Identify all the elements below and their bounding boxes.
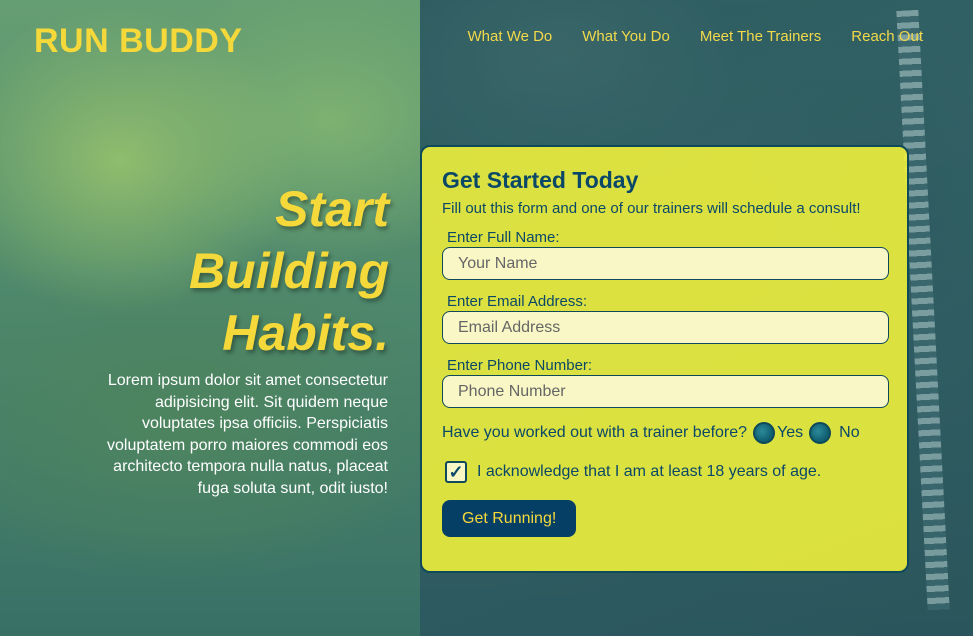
phone-label: Enter Phone Number: [447,357,593,374]
hero-title-line: Start [275,181,389,237]
email-input[interactable] [442,311,889,344]
form-title: Get Started Today [442,167,639,193]
hero-title-line: Habits. [222,305,389,361]
hero-title-line: Building [189,243,389,299]
submit-button[interactable]: Get Running! [442,500,577,537]
trainer-yes-label: Yes [777,424,804,441]
trainer-question-label: Have you worked out with a trainer befor… [442,424,748,441]
acknowledge-label: I acknowledge that I am at least 18 year… [477,463,822,480]
trainer-question-row: Have you worked out with a trainer befor… [442,421,887,445]
phone-input[interactable] [442,375,889,408]
hero-title: Start Building Habits. [189,178,389,364]
trainer-no-label: No [839,424,860,441]
acknowledge-checkbox[interactable]: ✓ [445,461,467,483]
name-input[interactable] [442,247,889,280]
nav-what-you-do[interactable]: What You Do [582,28,670,45]
trainer-no-radio[interactable] [809,422,832,444]
form-subtitle: Fill out this form and one of our traine… [442,200,861,217]
signup-form: Get Started Today Fill out this form and… [420,145,909,573]
nav-meet-the-trainers[interactable]: Meet The Trainers [700,28,821,45]
name-label: Enter Full Name: [447,229,560,246]
trainer-yes-radio[interactable] [753,422,776,444]
nav-reach-out[interactable]: Reach Out [851,28,923,45]
main-nav: What We Do What You Do Meet The Trainers… [468,28,923,45]
acknowledge-row: ✓ I acknowledge that I am at least 18 ye… [445,461,887,483]
nav-what-we-do[interactable]: What We Do [468,28,553,45]
email-label: Enter Email Address: [447,293,588,310]
hero-body-text: Lorem ipsum dolor sit amet consectetur a… [106,372,388,497]
checkmark-icon: ✓ [448,461,464,482]
brand-logo[interactable]: RUN BUDDY [34,22,243,61]
